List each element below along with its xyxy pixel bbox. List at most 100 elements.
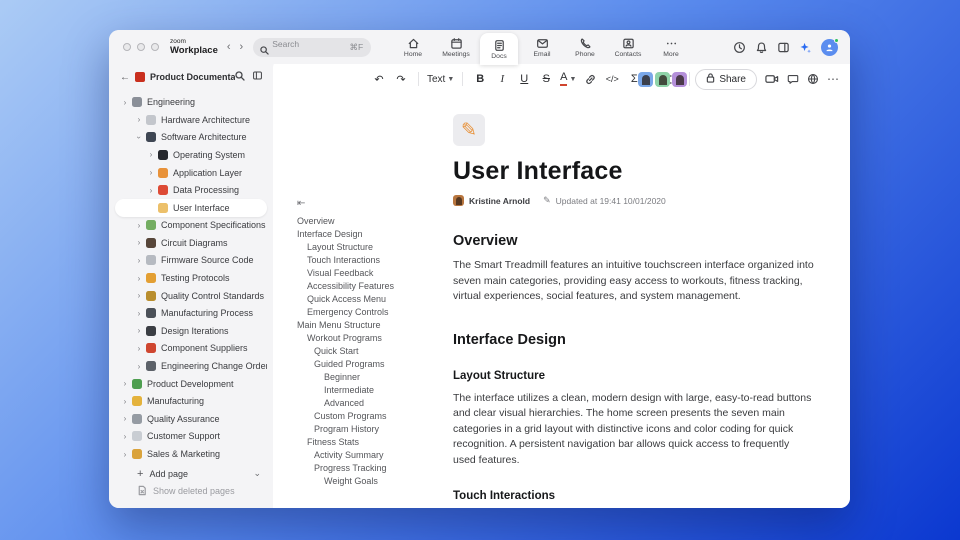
outline-item-activity-summary[interactable]: Activity Summary <box>297 449 441 462</box>
sidebar-item-hardware-architecture[interactable]: › Hardware Architecture <box>109 111 273 129</box>
sidebar-item-engineering[interactable]: › Engineering <box>109 93 273 111</box>
sidebar-item-quality-assurance[interactable]: › Quality Assurance <box>109 410 273 428</box>
chevron-right-icon[interactable]: › <box>121 432 129 441</box>
chevron-right-icon[interactable]: › <box>135 344 143 353</box>
link-icon[interactable] <box>581 69 599 89</box>
redo-button[interactable]: ↷ <box>392 69 410 89</box>
doc-heading-interface-design[interactable]: Interface Design <box>453 332 814 348</box>
text-style-dropdown[interactable]: Text ▼ <box>427 69 454 89</box>
sidebar-item-manufacturing-process[interactable]: › Manufacturing Process <box>109 304 273 322</box>
doc-heading-touch-interactions[interactable]: Touch Interactions <box>453 490 814 502</box>
sidebar-item-firmware-source-code[interactable]: › Firmware Source Code <box>109 252 273 270</box>
underline-button[interactable]: U <box>515 69 533 89</box>
outline-item-overview[interactable]: Overview <box>297 215 441 228</box>
doc-paragraph[interactable]: The Smart Treadmill features an intuitiv… <box>453 258 814 305</box>
chevron-right-icon[interactable]: › <box>121 397 129 406</box>
chevron-right-icon[interactable]: › <box>121 450 129 459</box>
show-deleted-pages-button[interactable]: Show deleted pages <box>109 482 273 500</box>
italic-button[interactable]: I <box>493 69 511 89</box>
chevron-right-icon[interactable]: › <box>135 274 143 283</box>
outline-item-intermediate[interactable]: Intermediate <box>297 384 441 397</box>
tab-docs[interactable]: Docs <box>480 33 518 65</box>
sidebar-item-testing-protocols[interactable]: › Testing Protocols <box>109 269 273 287</box>
tab-meetings[interactable]: Meetings <box>437 32 475 62</box>
doc-paragraph[interactable]: The interface utilizes a clean, modern d… <box>453 391 814 469</box>
outline-item-weight-goals[interactable]: Weight Goals <box>297 475 441 488</box>
chevron-right-icon[interactable]: › <box>121 379 129 388</box>
undo-button[interactable]: ↶ <box>370 69 388 89</box>
chevron-right-icon[interactable]: › <box>135 238 143 247</box>
sidebar-item-design-iterations[interactable]: › Design Iterations <box>109 322 273 340</box>
user-avatar[interactable] <box>821 37 839 56</box>
more-options-icon[interactable]: ⋯ <box>827 72 840 86</box>
sidebar-item-application-layer[interactable]: › Application Layer <box>109 164 273 182</box>
chevron-right-icon[interactable]: › <box>121 414 129 423</box>
search-input[interactable]: Search ⌘F <box>253 37 372 57</box>
sidebar-item-component-specifications[interactable]: › Component Specifications <box>109 217 273 235</box>
tab-home[interactable]: Home <box>394 32 432 62</box>
outline-item-accessibility-features[interactable]: Accessibility Features <box>297 280 441 293</box>
window-controls[interactable] <box>123 43 159 51</box>
chevron-right-icon[interactable]: › <box>135 221 143 230</box>
chevron-down-icon[interactable]: ⌄ <box>253 468 261 479</box>
chevron-right-icon[interactable]: › <box>135 291 143 300</box>
chat-icon[interactable] <box>787 73 799 85</box>
strikethrough-button[interactable]: S <box>537 69 555 89</box>
outline-item-workout-programs[interactable]: Workout Programs <box>297 332 441 345</box>
sidebar-item-product-development[interactable]: › Product Development <box>109 375 273 393</box>
globe-icon[interactable] <box>807 73 819 85</box>
tab-more[interactable]: More <box>652 32 690 62</box>
outline-item-program-history[interactable]: Program History <box>297 423 441 436</box>
chevron-right-icon[interactable]: › <box>147 168 155 177</box>
back-icon[interactable]: ← <box>120 72 130 83</box>
chevron-right-icon[interactable]: › <box>135 326 143 335</box>
sidebar-item-customer-support[interactable]: › Customer Support <box>109 428 273 446</box>
outline-item-interface-design[interactable]: Interface Design <box>297 228 441 241</box>
chevron-right-icon[interactable]: › <box>135 309 143 318</box>
chevron-right-icon[interactable]: › <box>135 115 143 124</box>
collapse-sidebar-icon[interactable] <box>252 68 263 86</box>
sidebar-search-icon[interactable] <box>235 68 245 86</box>
history-back-button[interactable]: ‹ <box>227 41 231 53</box>
minimize-window-button[interactable] <box>137 43 145 51</box>
outline-item-fitness-stats[interactable]: Fitness Stats <box>297 436 441 449</box>
doc-heading-layout-structure[interactable]: Layout Structure <box>453 370 814 382</box>
outline-item-emergency-controls[interactable]: Emergency Controls <box>297 306 441 319</box>
sidebar-item-software-architecture[interactable]: › Software Architecture <box>109 129 273 147</box>
clock-icon[interactable] <box>733 41 746 54</box>
sidebar-item-quality-control-standards[interactable]: › Quality Control Standards <box>109 287 273 305</box>
bold-button[interactable]: B <box>471 69 489 89</box>
outline-item-quick-start[interactable]: Quick Start <box>297 345 441 358</box>
sidebar-item-operating-system[interactable]: › Operating System <box>109 146 273 164</box>
doc-title[interactable]: User Interface <box>453 157 814 186</box>
tab-phone[interactable]: Phone <box>566 32 604 62</box>
sidebar-item-engineering-change-orders[interactable]: › Engineering Change Orders <box>109 357 273 375</box>
outline-item-quick-access-menu[interactable]: Quick Access Menu <box>297 293 441 306</box>
collaborator-avatar-2[interactable] <box>655 71 671 87</box>
close-window-button[interactable] <box>123 43 131 51</box>
text-color-dropdown[interactable]: A ▼ <box>559 69 577 89</box>
panel-icon[interactable] <box>777 41 790 54</box>
outline-item-progress-tracking[interactable]: Progress Tracking <box>297 462 441 475</box>
outline-item-custom-programs[interactable]: Custom Programs <box>297 410 441 423</box>
code-button[interactable]: </> <box>603 69 621 89</box>
tab-contacts[interactable]: Contacts <box>609 32 647 62</box>
share-button[interactable]: Share <box>695 68 757 90</box>
tab-email[interactable]: Email <box>523 32 561 62</box>
chevron-right-icon[interactable]: › <box>135 256 143 265</box>
chevron-right-icon[interactable]: › <box>147 150 155 159</box>
bell-icon[interactable] <box>755 41 768 54</box>
ai-sparkle-icon[interactable] <box>799 41 812 54</box>
outline-item-advanced[interactable]: Advanced <box>297 397 441 410</box>
collaborator-avatar-3[interactable] <box>672 71 688 87</box>
zoom-window-button[interactable] <box>151 43 159 51</box>
sidebar-item-component-suppliers[interactable]: › Component Suppliers <box>109 340 273 358</box>
outline-item-beginner[interactable]: Beginner <box>297 371 441 384</box>
chevron-right-icon[interactable]: › <box>147 186 155 195</box>
collaborator-avatar-1[interactable] <box>638 71 654 87</box>
sidebar-item-circuit-diagrams[interactable]: › Circuit Diagrams <box>109 234 273 252</box>
sidebar-item-user-interface[interactable]: User Interface <box>115 198 267 217</box>
outline-item-guided-programs[interactable]: Guided Programs <box>297 358 441 371</box>
outline-item-visual-feedback[interactable]: Visual Feedback <box>297 267 441 280</box>
add-page-button[interactable]: + Add page ⌄ <box>109 465 273 483</box>
